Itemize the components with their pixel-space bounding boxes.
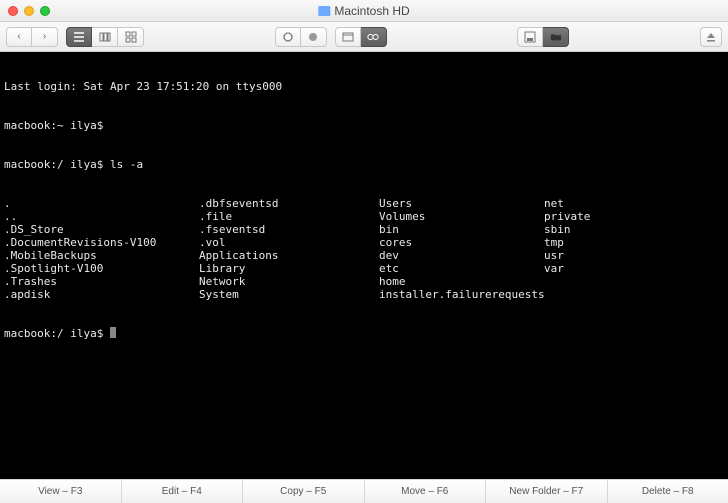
ls-entry: .dbfseventsd [199,197,379,210]
save-button[interactable] [517,27,543,47]
ls-entry: Library [199,262,379,275]
view-options-group [275,27,327,47]
window-title: Macintosh HD [318,4,409,18]
ls-entry: .apdisk [4,288,199,301]
ls-entry: private [544,210,590,223]
diskette-icon [524,31,536,43]
title-bar: Macintosh HD [0,0,728,22]
view-columns-button[interactable] [92,27,118,47]
disk-icon [318,6,330,16]
ls-entry: Volumes [379,210,544,223]
back-button[interactable]: ‹ [6,27,32,47]
ls-entry: .Spotlight-V100 [4,262,199,275]
ls-entry: .MobileBackups [4,249,199,262]
ls-entry: var [544,262,590,275]
ls-entry: installer.failurerequests [379,288,544,301]
eject-icon [705,31,717,43]
minimize-window-button[interactable] [24,6,34,16]
ls-column: UsersVolumesbincoresdevetchomeinstaller.… [379,197,544,301]
window-title-label: Macintosh HD [334,4,409,18]
mode-group [335,27,387,47]
ls-column: ....DS_Store.DocumentRevisions-V100.Mobi… [4,197,199,301]
circle-icon [282,31,294,43]
window-controls [0,6,50,16]
footer-button[interactable]: Edit – F4 [122,480,244,503]
footer-button[interactable]: View – F3 [0,480,122,503]
terminal-panel[interactable]: Last login: Sat Apr 23 17:51:20 on ttys0… [0,52,728,479]
tool-b-button[interactable] [361,27,387,47]
ls-entry: Users [379,197,544,210]
footer-toolbar: View – F3Edit – F4Copy – F5Move – F6New … [0,479,728,503]
folder-icon [550,31,562,43]
footer-button[interactable]: New Folder – F7 [486,480,608,503]
footer-button[interactable]: Move – F6 [365,480,487,503]
columns-icon [99,31,111,43]
close-window-button[interactable] [8,6,18,16]
ls-entry: sbin [544,223,590,236]
grid-icon [125,31,137,43]
ls-entry: .DS_Store [4,223,199,236]
ls-entry: .file [199,210,379,223]
ls-entry: . [4,197,199,210]
ls-column: netprivatesbintmpusrvar [544,197,590,301]
nav-group: ‹ › [6,27,58,47]
ls-entry: .Trashes [4,275,199,288]
binoculars-icon [367,31,379,43]
ls-entry: dev [379,249,544,262]
last-login-line: Last login: Sat Apr 23 17:51:20 on ttys0… [4,80,724,93]
ls-column: .dbfseventsd.file.fseventsd.volApplicati… [199,197,379,301]
view-list-button[interactable] [66,27,92,47]
ls-entry: .DocumentRevisions-V100 [4,236,199,249]
cursor-block [110,327,116,338]
tool-a-button[interactable] [335,27,361,47]
prompt-line-1: macbook:~ ilya$ [4,119,724,132]
storage-group [517,27,569,47]
circle-fill-icon [307,31,319,43]
chevron-left-icon: ‹ [17,31,20,42]
chevron-right-icon: › [43,31,46,42]
eject-button[interactable] [700,27,722,47]
ls-entry: .. [4,210,199,223]
ls-entry: cores [379,236,544,249]
ls-entry: tmp [544,236,590,249]
footer-button[interactable]: Delete – F8 [608,480,728,503]
zoom-window-button[interactable] [40,6,50,16]
view-grid-button[interactable] [118,27,144,47]
ls-entry: home [379,275,544,288]
ls-entry: etc [379,262,544,275]
ls-output: ....DS_Store.DocumentRevisions-V100.Mobi… [4,197,724,301]
ls-entry: net [544,197,590,210]
folder-button[interactable] [543,27,569,47]
list-icon [73,31,85,43]
ls-entry: .vol [199,236,379,249]
window-icon [342,31,354,43]
ls-entry: bin [379,223,544,236]
toggle-1-button[interactable] [275,27,301,47]
toolbar: ‹ › [0,22,728,52]
ls-entry: usr [544,249,590,262]
ls-entry: .fseventsd [199,223,379,236]
ls-entry: Network [199,275,379,288]
toggle-2-button[interactable] [301,27,327,47]
ls-entry: Applications [199,249,379,262]
view-mode-group [66,27,144,47]
prompt-line-2: macbook:/ ilya$ ls -a [4,158,724,171]
forward-button[interactable]: › [32,27,58,47]
ls-command: ls -a [110,158,143,171]
prompt-line-3: macbook:/ ilya$ [4,327,724,340]
footer-button[interactable]: Copy – F5 [243,480,365,503]
ls-entry: System [199,288,379,301]
